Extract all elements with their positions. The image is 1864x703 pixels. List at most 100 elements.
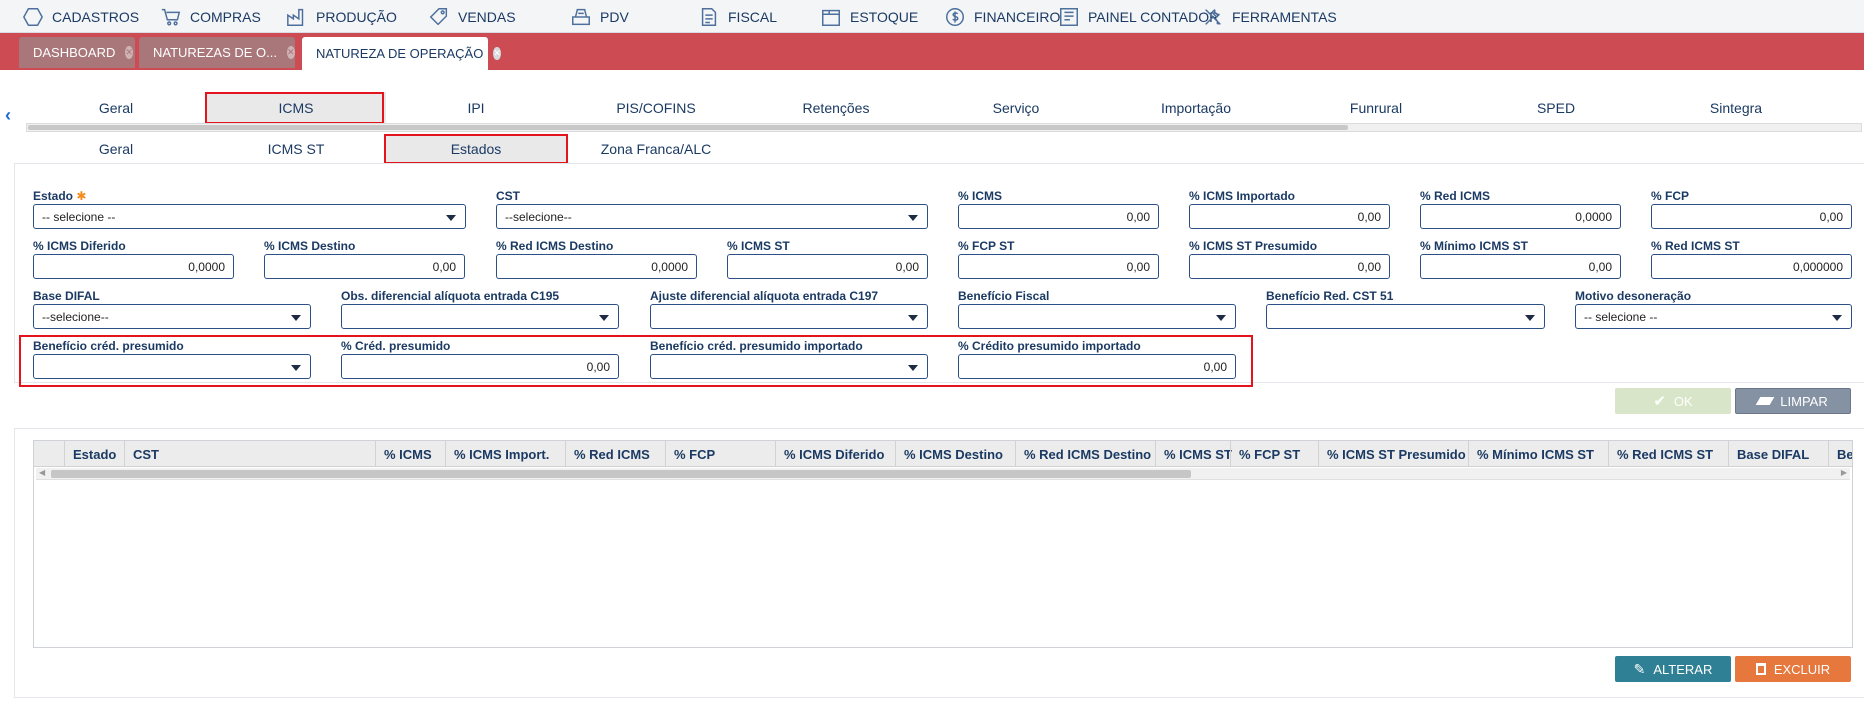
- tab-importacao[interactable]: Importação: [1106, 92, 1286, 124]
- pct-icms-importado-input[interactable]: 0,00: [1189, 204, 1390, 229]
- alterar-button[interactable]: ✎ ALTERAR: [1615, 656, 1731, 682]
- excluir-button[interactable]: EXCLUIR: [1735, 656, 1851, 682]
- tab-geral[interactable]: Geral: [26, 92, 206, 124]
- menu-fiscal[interactable]: FISCAL: [698, 0, 777, 33]
- scroll-right-icon[interactable]: ▶: [1841, 468, 1847, 477]
- tab-servico[interactable]: Serviço: [926, 92, 1106, 124]
- pct-icms-destino-input[interactable]: 0,00: [264, 254, 465, 279]
- menu-compras[interactable]: COMPRAS: [160, 0, 261, 33]
- scrollbar-thumb[interactable]: [28, 125, 1348, 130]
- pct-minimo-icms-st-input[interactable]: 0,00: [1420, 254, 1621, 279]
- beneficio-fiscal-label: Benefício Fiscal: [958, 289, 1050, 303]
- menu-ferramentas[interactable]: FERRAMENTAS: [1202, 0, 1337, 33]
- tabs-scrollbar[interactable]: [26, 123, 1862, 132]
- eraser-icon: [1755, 397, 1775, 405]
- menu-pdv[interactable]: PDV: [570, 0, 629, 33]
- cart-icon: [161, 8, 181, 26]
- motivo-desoneracao-select[interactable]: -- selecione --: [1575, 304, 1852, 329]
- ajuste-diferencial-select[interactable]: [650, 304, 928, 329]
- estado-select[interactable]: -- selecione --: [33, 204, 466, 229]
- tab-ipi[interactable]: IPI: [386, 92, 566, 124]
- close-icon[interactable]: ✕: [493, 47, 501, 60]
- chevron-down-icon: [908, 215, 918, 221]
- pct-icms-st-presumido-input[interactable]: 0,00: [1189, 254, 1390, 279]
- pct-icms-diferido-input[interactable]: 0,0000: [33, 254, 234, 279]
- grid-column-header[interactable]: Base DIFAL: [1728, 441, 1828, 466]
- subtab-zona-franca[interactable]: Zona Franca/ALC: [566, 134, 746, 164]
- beneficio-cred-presumido-select[interactable]: [33, 354, 311, 379]
- pct-fcp-st-input[interactable]: 0,00: [958, 254, 1159, 279]
- close-icon[interactable]: ✕: [125, 46, 133, 59]
- tab-sped[interactable]: SPED: [1466, 92, 1646, 124]
- pct-red-icms-st-label: % Red ICMS ST: [1651, 239, 1740, 253]
- tab-sintegra[interactable]: Sintegra: [1646, 92, 1826, 124]
- beneficio-fiscal-select[interactable]: [958, 304, 1236, 329]
- menu-cadastros[interactable]: CADASTROS: [22, 0, 139, 33]
- tab-retencoes[interactable]: Retenções: [746, 92, 926, 124]
- subtab-estados[interactable]: Estados: [386, 134, 566, 164]
- close-icon[interactable]: ✕: [287, 46, 295, 59]
- pct-icms-st-label: % ICMS ST: [727, 239, 790, 253]
- grid-column-select[interactable]: [34, 441, 64, 466]
- menu-producao[interactable]: PRODUÇÃO: [286, 0, 397, 33]
- tab-dashboard[interactable]: DASHBOARD ✕: [19, 37, 135, 68]
- pct-red-icms-label: % Red ICMS: [1420, 189, 1491, 203]
- grid-column-header[interactable]: % Red ICMS Destino: [1015, 441, 1155, 466]
- trash-icon: [1755, 663, 1766, 675]
- grid-column-header[interactable]: % Mínimo ICMS ST: [1468, 441, 1608, 466]
- menu-vendas[interactable]: VENDAS: [428, 0, 516, 33]
- top-menu-bar: CADASTROS COMPRAS PRODUÇÃO VENDAS PDV FI…: [0, 0, 1864, 33]
- grid-column-header[interactable]: % ICMS Diferido: [775, 441, 895, 466]
- beneficio-cred-presumido-importado-select[interactable]: [650, 354, 928, 379]
- tab-funrural[interactable]: Funrural: [1286, 92, 1466, 124]
- pct-red-icms-input[interactable]: 0,0000: [1420, 204, 1621, 229]
- grid-scrollbar[interactable]: ◀ ▶: [36, 468, 1850, 480]
- subtab-geral[interactable]: Geral: [26, 134, 206, 164]
- tab-natureza-operacao[interactable]: NATUREZA DE OPERAÇÃO ✕: [302, 37, 501, 70]
- chevron-left-icon[interactable]: ‹: [5, 105, 11, 126]
- grid-column-header[interactable]: % ICMS ST: [1155, 441, 1232, 466]
- cst-select[interactable]: --selecione--: [496, 204, 928, 229]
- pct-credito-presumido-importado-input[interactable]: 0,00: [958, 354, 1236, 379]
- grid-column-header[interactable]: Estado: [64, 441, 124, 466]
- tab-pis-cofins[interactable]: PIS/COFINS: [566, 92, 746, 124]
- chevron-down-icon: [1525, 315, 1535, 321]
- menu-financeiro[interactable]: FINANCEIRO: [944, 0, 1060, 33]
- box-icon: [822, 9, 840, 26]
- pct-icms-importado-label: % ICMS Importado: [1189, 189, 1296, 203]
- pct-red-icms-st-input[interactable]: 0,000000: [1651, 254, 1852, 279]
- grid-column-header[interactable]: % Red ICMS ST: [1608, 441, 1728, 466]
- grid-column-header[interactable]: % FCP ST: [1230, 441, 1318, 466]
- check-icon: ✔: [1653, 393, 1666, 410]
- dollar-icon: [946, 7, 964, 26]
- grid-column-header[interactable]: % FCP: [665, 441, 775, 466]
- pct-red-icms-destino-input[interactable]: 0,0000: [496, 254, 697, 279]
- ajuste-diferencial-label: Ajuste diferencial alíquota entrada C197: [650, 289, 879, 303]
- menu-painel-contador[interactable]: PAINEL CONTADOR: [1058, 0, 1219, 33]
- menu-estoque[interactable]: ESTOQUE: [820, 0, 918, 33]
- beneficio-cred-presumido-label: Benefício créd. presumido: [33, 339, 184, 353]
- ok-button[interactable]: ✔ OK: [1615, 388, 1731, 414]
- grid-column-header[interactable]: Benefíc: [1828, 441, 1852, 466]
- grid-column-header[interactable]: % ICMS ST Presumido: [1318, 441, 1468, 466]
- grid-column-header[interactable]: % ICMS: [375, 441, 445, 466]
- base-difal-select[interactable]: --selecione--: [33, 304, 311, 329]
- pct-icms-input[interactable]: 0,00: [958, 204, 1159, 229]
- subtab-icms-st[interactable]: ICMS ST: [206, 134, 386, 164]
- chevron-down-icon: [908, 365, 918, 371]
- scroll-left-icon[interactable]: ◀: [39, 468, 45, 477]
- limpar-button[interactable]: LIMPAR: [1735, 388, 1851, 414]
- grid-column-header[interactable]: % Red ICMS: [565, 441, 665, 466]
- beneficio-red-cst51-select[interactable]: [1266, 304, 1545, 329]
- pct-icms-diferido-label: % ICMS Diferido: [33, 239, 126, 253]
- tab-naturezas[interactable]: NATUREZAS DE O... ✕: [139, 37, 295, 68]
- pct-fcp-input[interactable]: 0,00: [1651, 204, 1852, 229]
- grid-column-header[interactable]: % ICMS Destino: [895, 441, 1015, 466]
- scrollbar-thumb[interactable]: [51, 470, 1191, 478]
- obs-diferencial-select[interactable]: [341, 304, 619, 329]
- grid-column-header[interactable]: CST: [124, 441, 375, 466]
- pct-cred-presumido-input[interactable]: 0,00: [341, 354, 619, 379]
- tab-icms[interactable]: ICMS: [206, 92, 386, 124]
- grid-column-header[interactable]: % ICMS Import.: [445, 441, 565, 466]
- pct-icms-st-input[interactable]: 0,00: [727, 254, 928, 279]
